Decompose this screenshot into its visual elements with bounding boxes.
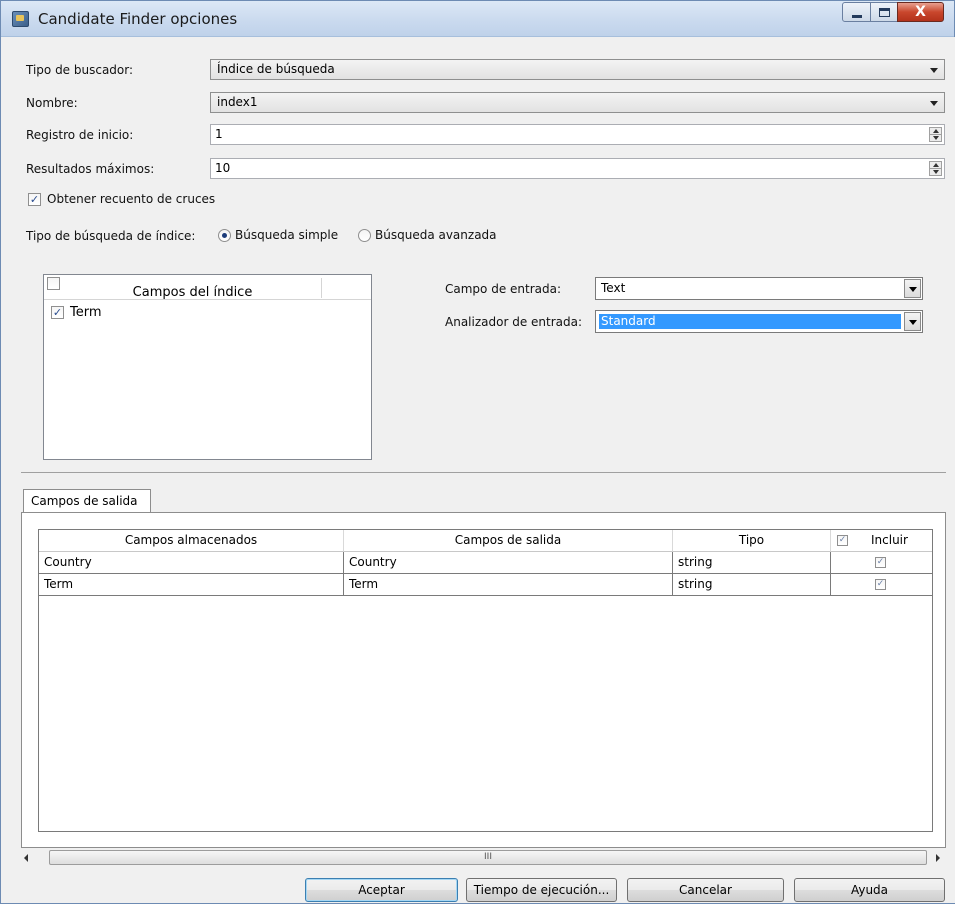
window-title: Candidate Finder opciones	[38, 10, 238, 28]
max-results-input[interactable]: 10	[210, 158, 945, 179]
maximize-icon	[878, 7, 890, 17]
close-icon: X	[915, 4, 926, 20]
check-icon: ✓	[29, 193, 40, 206]
chevron-down-icon[interactable]	[904, 312, 921, 331]
index-fields-column-title: Campos del índice	[132, 285, 253, 300]
stored-field-cell[interactable]: Country	[39, 552, 344, 574]
select-all-checkbox[interactable]	[47, 277, 60, 290]
tab-output-fields[interactable]: Campos de salida	[23, 489, 151, 513]
output-fields-table[interactable]: Campos almacenados Campos de salida Tipo…	[38, 529, 933, 832]
start-record-spinner[interactable]	[929, 127, 942, 142]
type-cell[interactable]: string	[673, 552, 831, 574]
search-type-label: Tipo de buscador:	[26, 63, 134, 77]
list-item[interactable]: ✓ Term	[44, 303, 371, 323]
hit-count-label[interactable]: Obtener recuento de cruces	[47, 192, 215, 206]
column-header-stored[interactable]: Campos almacenados	[39, 530, 344, 552]
type-cell[interactable]: string	[673, 574, 831, 596]
app-icon	[12, 11, 29, 27]
input-analyzer-dropdown[interactable]: Standard	[595, 310, 923, 333]
include-cell[interactable]: ✓	[831, 574, 932, 596]
chevron-down-icon	[930, 101, 938, 106]
cancel-button[interactable]: Cancelar	[627, 878, 784, 902]
minimize-button[interactable]	[842, 2, 871, 22]
spin-down-icon[interactable]	[933, 170, 939, 174]
start-record-label: Registro de inicio:	[26, 128, 134, 142]
input-field-value: Text	[601, 281, 626, 295]
check-icon: ✓	[838, 535, 847, 545]
check-icon: ✓	[52, 306, 63, 319]
scroll-right-icon[interactable]	[936, 854, 940, 862]
list-item-label: Term	[70, 305, 102, 320]
hit-count-checkbox[interactable]: ✓	[28, 193, 41, 206]
max-results-value: 10	[215, 161, 231, 175]
column-header-type[interactable]: Tipo	[673, 530, 831, 552]
column-header-output[interactable]: Campos de salida	[344, 530, 673, 552]
ok-button[interactable]: Aceptar	[305, 878, 458, 902]
input-field-label: Campo de entrada:	[445, 282, 562, 296]
maximize-button[interactable]	[870, 2, 898, 22]
help-button[interactable]: Ayuda	[794, 878, 945, 902]
index-fields-list[interactable]: Campos del índice ✓ Term	[43, 274, 372, 460]
spin-up-icon[interactable]	[933, 163, 939, 167]
output-field-cell[interactable]: Term	[344, 574, 673, 596]
index-fields-header[interactable]: Campos del índice	[44, 275, 371, 300]
table-row[interactable]: Term Term string ✓	[39, 574, 932, 596]
minimize-icon	[851, 14, 862, 18]
spin-up-icon[interactable]	[933, 129, 939, 133]
horizontal-scrollbar[interactable]: III	[21, 849, 946, 866]
column-header-include[interactable]: ✓ Incluir	[831, 530, 932, 552]
output-field-cell[interactable]: Country	[344, 552, 673, 574]
name-label: Nombre:	[26, 96, 78, 110]
start-record-value: 1	[215, 127, 223, 141]
close-button[interactable]: X	[897, 2, 944, 22]
runtime-button[interactable]: Tiempo de ejecución...	[466, 878, 617, 902]
include-checkbox[interactable]: ✓	[875, 579, 886, 590]
divider	[21, 472, 946, 473]
advanced-search-label[interactable]: Búsqueda avanzada	[375, 228, 497, 242]
include-column-title: Incluir	[871, 533, 908, 547]
options-dialog: Candidate Finder opciones X Tipo de busc…	[0, 0, 955, 904]
stored-field-cell[interactable]: Term	[39, 574, 344, 596]
search-type-dropdown[interactable]: Índice de búsqueda	[210, 59, 945, 80]
search-type-value: Índice de búsqueda	[217, 62, 335, 76]
input-field-dropdown[interactable]: Text	[595, 277, 923, 300]
scroll-left-icon[interactable]	[24, 854, 28, 862]
spin-down-icon[interactable]	[933, 136, 939, 140]
chevron-down-icon[interactable]	[904, 279, 921, 298]
table-row[interactable]: Country Country string ✓	[39, 552, 932, 574]
start-record-input[interactable]: 1	[210, 124, 945, 145]
index-search-type-label: Tipo de búsqueda de índice:	[26, 229, 196, 243]
max-results-spinner[interactable]	[929, 161, 942, 176]
check-icon: ✓	[876, 579, 885, 589]
include-checkbox[interactable]: ✓	[875, 557, 886, 568]
name-value: index1	[217, 95, 258, 109]
max-results-label: Resultados máximos:	[26, 162, 155, 176]
title-bar[interactable]: Candidate Finder opciones X	[1, 1, 954, 37]
table-header: Campos almacenados Campos de salida Tipo…	[39, 530, 932, 552]
simple-search-label[interactable]: Búsqueda simple	[235, 228, 338, 242]
input-analyzer-label: Analizador de entrada:	[445, 315, 583, 329]
vertical-scrollbar[interactable]	[948, 37, 955, 903]
include-cell[interactable]: ✓	[831, 552, 932, 574]
include-all-checkbox[interactable]: ✓	[837, 535, 848, 546]
advanced-search-radio[interactable]	[358, 229, 371, 242]
scrollbar-thumb[interactable]: III	[49, 850, 927, 865]
check-icon: ✓	[876, 557, 885, 567]
name-dropdown[interactable]: index1	[210, 92, 945, 113]
chevron-down-icon	[930, 68, 938, 73]
input-analyzer-value: Standard	[599, 314, 901, 329]
simple-search-radio[interactable]	[218, 229, 231, 242]
term-checkbox[interactable]: ✓	[51, 306, 64, 319]
